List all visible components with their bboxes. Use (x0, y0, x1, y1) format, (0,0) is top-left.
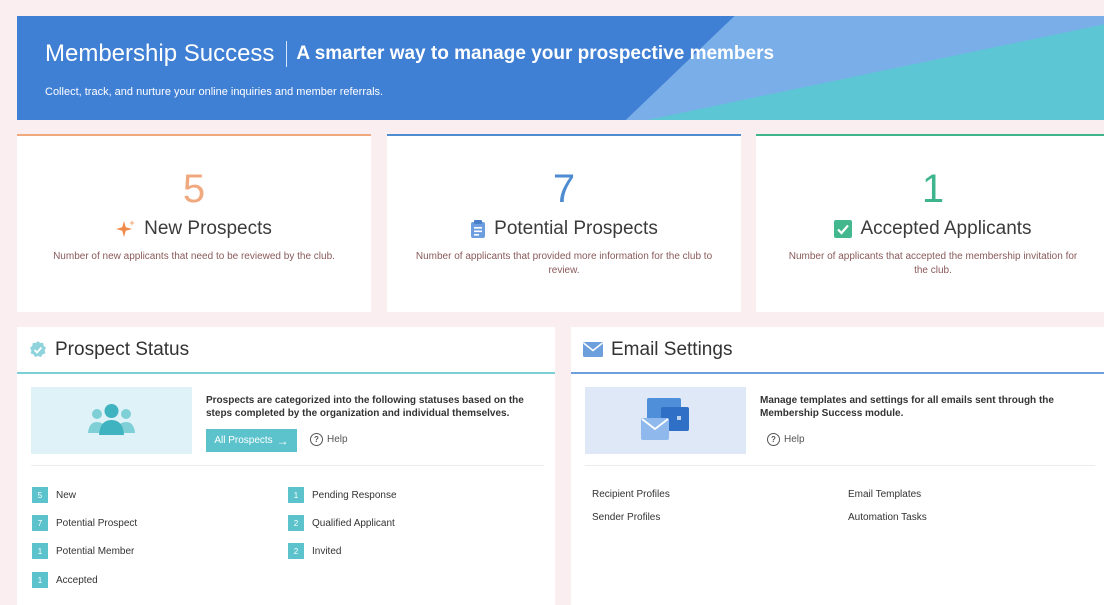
prospect-help-link[interactable]: ? Help (310, 433, 348, 446)
potential-prospects-title: Potential Prospects (494, 218, 658, 239)
module-tagline: A smarter way to manage your prospective… (296, 43, 775, 64)
accepted-applicants-label: Accepted Applicants (756, 218, 1104, 240)
all-prospects-button[interactable]: All Prospects → (206, 429, 297, 452)
divider (31, 465, 544, 466)
status-count-badge: 7 (32, 515, 48, 531)
status-label: Pending Response (312, 489, 397, 501)
banner-subtitle: Collect, track, and nurture your online … (45, 86, 384, 98)
status-potential-prospect[interactable]: 7 Potential Prospect (32, 515, 137, 531)
envelope-icon (583, 342, 603, 357)
email-settings-info: Manage templates and settings for all em… (760, 395, 1054, 419)
email-help-link[interactable]: ? Help (767, 433, 805, 446)
status-count-badge: 1 (288, 487, 304, 503)
email-stack-icon (641, 398, 689, 440)
email-settings-title: Email Settings (611, 338, 733, 360)
accepted-applicants-description: Number of applicants that accepted the m… (788, 251, 1078, 276)
email-illustration (585, 387, 746, 454)
clipboard-icon (471, 220, 486, 238)
help-icon: ? (310, 433, 323, 446)
potential-prospects-card[interactable]: 7 Potential Prospects Number of applican… (387, 134, 741, 312)
potential-prospects-count: 7 (552, 167, 576, 211)
status-count-badge: 2 (288, 515, 304, 531)
all-prospects-label: All Prospects (214, 435, 273, 446)
status-potential-member[interactable]: 1 Potential Member (32, 543, 134, 559)
status-label: Accepted (56, 574, 98, 586)
status-label: Potential Member (56, 545, 135, 557)
divider (585, 465, 1095, 466)
prospect-status-title: Prospect Status (55, 338, 190, 360)
prospect-status-panel: Prospect Status Prospects are categorize… (17, 327, 555, 605)
module-title: Membership Success (45, 40, 275, 67)
verified-badge-icon (30, 340, 46, 357)
arrow-right-icon: → (276, 433, 289, 448)
status-count-badge: 1 (32, 543, 48, 559)
help-label: Help (327, 434, 348, 445)
status-label: New (56, 489, 77, 501)
sparkle-icon (116, 220, 136, 237)
status-count-badge: 5 (32, 487, 48, 503)
accepted-applicants-title: Accepted Applicants (860, 218, 1032, 239)
automation-tasks-link[interactable]: Automation Tasks (848, 512, 927, 523)
sender-profiles-link[interactable]: Sender Profiles (592, 512, 660, 523)
new-prospects-description: Number of new applicants that need to be… (53, 251, 335, 262)
recipient-profiles-link[interactable]: Recipient Profiles (592, 489, 670, 500)
status-pending-response[interactable]: 1 Pending Response (288, 487, 397, 503)
status-count-badge: 1 (32, 572, 48, 588)
new-prospects-card[interactable]: 5 New Prospects Number of new applicants… (17, 134, 371, 312)
title-divider (286, 41, 288, 67)
status-invited[interactable]: 2 Invited (288, 543, 341, 559)
prospect-status-header: Prospect Status (17, 327, 555, 374)
new-prospects-count: 5 (182, 167, 206, 211)
new-prospects-title: New Prospects (144, 218, 272, 239)
accepted-applicants-card[interactable]: 1 Accepted Applicants Number of applican… (756, 134, 1104, 312)
header-banner: Membership Success A smarter way to mana… (17, 16, 1104, 120)
email-templates-link[interactable]: Email Templates (848, 489, 921, 500)
status-label: Invited (312, 545, 342, 557)
status-label: Potential Prospect (56, 517, 138, 529)
prospect-status-info: Prospects are categorized into the follo… (206, 395, 524, 419)
email-settings-header: Email Settings (571, 327, 1104, 374)
people-icon (88, 404, 135, 435)
potential-prospects-description: Number of applicants that provided more … (415, 251, 713, 276)
help-label: Help (784, 434, 805, 445)
email-settings-panel: Email Settings Manage templates and sett… (571, 327, 1104, 605)
potential-prospects-label: Potential Prospects (387, 218, 741, 240)
status-accepted[interactable]: 1 Accepted (32, 572, 98, 588)
status-new[interactable]: 5 New (32, 487, 76, 503)
accepted-applicants-count: 1 (921, 167, 945, 211)
prospect-illustration (31, 387, 192, 454)
checkbox-icon (834, 220, 853, 238)
banner-title: Membership Success A smarter way to mana… (45, 40, 774, 68)
status-label: Qualified Applicant (312, 517, 395, 529)
status-qualified-applicant[interactable]: 2 Qualified Applicant (288, 515, 395, 531)
help-icon: ? (767, 433, 780, 446)
new-prospects-label: New Prospects (17, 218, 371, 240)
status-count-badge: 2 (288, 543, 304, 559)
